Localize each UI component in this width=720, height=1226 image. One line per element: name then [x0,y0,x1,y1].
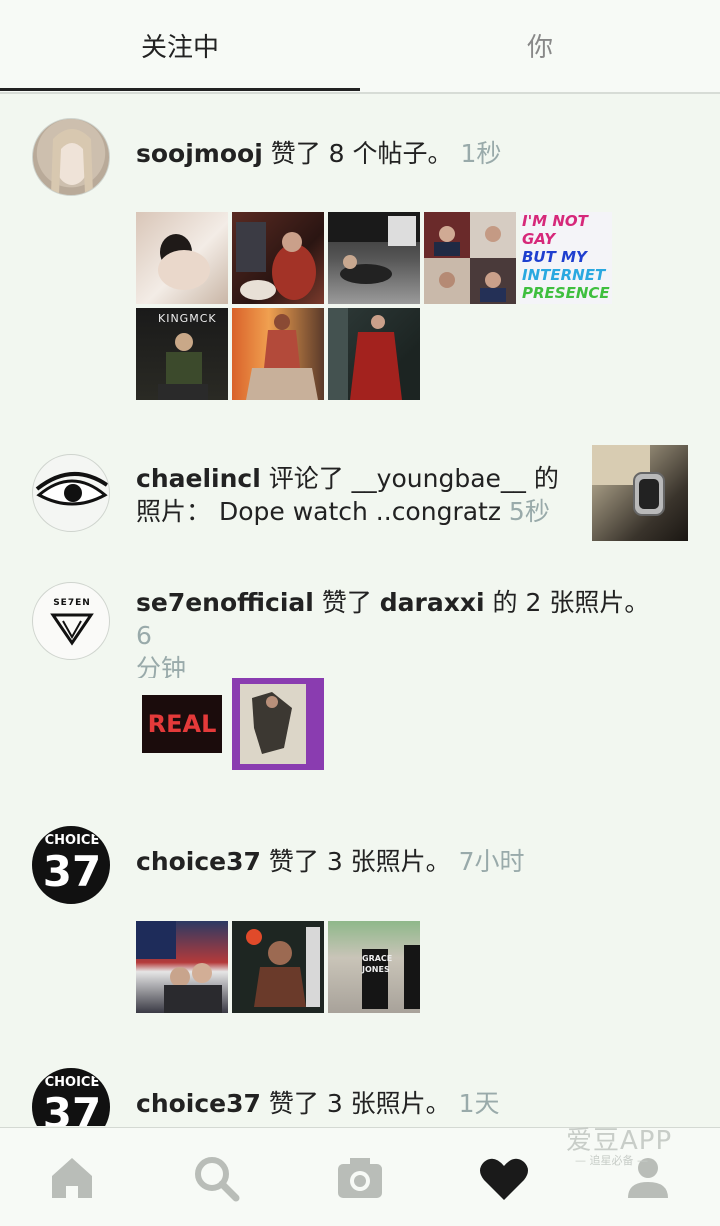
activity-feed[interactable]: soojmooj 赞了 8 个帖子。 1秒 I'M NOT GAY BUT MY… [0,94,720,1126]
username-link[interactable]: se7enofficial [136,588,314,617]
thumbnail-text: GRACE [362,954,393,963]
thumbnail-text: BUT MY [522,248,587,266]
thumbnail-text: INTERNET [522,266,606,284]
post-thumbnail[interactable] [232,921,324,1013]
activity-text: soojmooj 赞了 8 个帖子。 1秒 [136,137,501,170]
avatar[interactable]: SE7EN [32,582,110,660]
avatar[interactable] [32,454,110,532]
avatar-text: CHOICE [44,833,100,848]
activity-text: chaelincl 评论了 __youngbae__ 的 照片： Dope wa… [136,462,576,528]
timestamp-number: 6 [136,621,152,650]
camera-icon[interactable] [330,1148,390,1208]
thumbnail-text: IS [520,302,612,304]
post-thumbnail[interactable]: KINGMCK [136,308,228,400]
target-username-link[interactable]: daraxxi [380,588,485,617]
search-icon[interactable] [186,1148,246,1208]
avatar[interactable]: CHOICE 37 [32,1068,110,1126]
post-thumbnail[interactable] [136,921,228,1013]
activity-text: choice37 赞了 3 张照片。 7小时 [136,845,525,878]
thumbnail-text: REAL [142,695,222,753]
post-thumbnail[interactable] [232,308,324,400]
poster-graphic [404,945,420,1009]
tab-you-label: 你 [526,32,553,63]
post-thumbnail[interactable] [232,678,324,770]
username-link[interactable]: soojmooj [136,139,263,168]
triangle-logo-icon [50,613,94,646]
post-thumbnail[interactable]: GRACE JONES [328,921,420,1013]
username-link[interactable]: chaelincl [136,464,261,493]
post-thumbnail[interactable] [328,308,420,400]
thumbnail-text: JONES [362,965,390,974]
activity-action: 赞了 8 个帖子。 [262,139,453,168]
avatar-text: 37 [42,1089,102,1126]
activity-action: 的 2 张照片。 [484,588,650,617]
avatar[interactable] [32,118,110,196]
heart-icon[interactable] [474,1148,534,1208]
top-tab-bar: 关注中 你 [0,0,720,94]
timestamp: 5秒 [508,497,550,526]
post-thumbnail[interactable]: I'M NOT GAY BUT MY INTERNET PRESENCE IS [520,212,612,304]
avatar-face-icon [51,129,93,194]
post-thumbnail[interactable]: REAL [136,678,228,770]
avatar-text: CHOICE [44,1075,100,1090]
activity-action: 赞了 3 张照片。 [260,847,451,876]
activity-text: se7enofficial 赞了 daraxxi 的 2 张照片。 6 分钟 [136,586,666,685]
eye-icon [35,472,109,506]
post-thumbnail[interactable] [592,445,688,541]
watch-icon [592,445,665,516]
home-icon[interactable] [42,1148,102,1208]
poster-graphic: GRACE JONES [362,949,393,1009]
avatar[interactable]: CHOICE 37 [32,826,110,904]
watermark-tagline: — 追星必备 — [575,1154,648,1167]
timestamp: 7小时 [458,847,525,876]
tab-following-label: 关注中 [140,32,219,63]
tab-following[interactable]: 关注中 [0,0,360,90]
timestamp: 1天 [458,1089,500,1118]
activity-action: 赞了 3 张照片。 [260,1089,451,1118]
post-thumbnail[interactable] [328,212,420,304]
comment-text: 照片： Dope watch ..congratz [136,497,501,526]
post-thumbnail[interactable] [232,212,324,304]
activity-action: 赞了 [313,588,380,617]
username-link[interactable]: choice37 [136,847,261,876]
post-thumbnail[interactable] [136,212,228,304]
activity-action: 评论了 __youngbae__ 的 [260,464,559,493]
username-link[interactable]: choice37 [136,1089,261,1118]
activity-text: choice37 赞了 3 张照片。 1天 [136,1087,500,1120]
tab-indicator [0,88,360,91]
avatar-text: 37 [42,847,102,896]
timestamp: 1秒 [460,139,502,168]
thumbnail-text: I'M NOT GAY [522,212,588,248]
post-thumbnail[interactable] [424,212,516,304]
thumbnail-text: PRESENCE [522,284,610,302]
tab-you[interactable]: 你 [360,0,720,90]
